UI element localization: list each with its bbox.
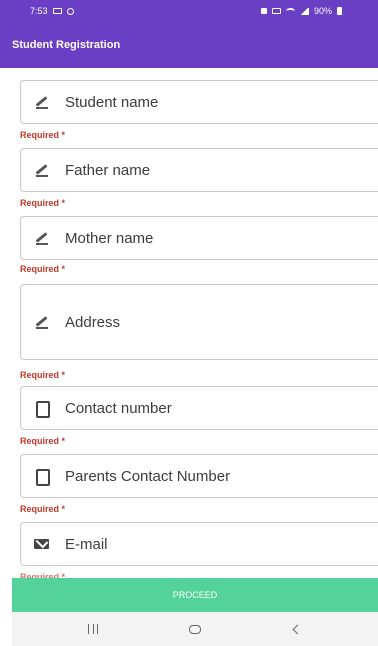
battery-icon [337,7,342,15]
pen-icon [33,229,51,247]
app-bar: Student Registration [0,22,378,68]
father-name-placeholder: Father name [65,161,151,179]
required-label: Required * [20,130,66,140]
status-left: 7:53 [30,6,74,16]
phone-icon [33,399,51,418]
mother-name-field[interactable]: Mother name [20,216,378,260]
recents-icon [88,624,98,634]
home-icon [189,624,201,634]
pen-icon [33,313,51,331]
status-bar: 7:53 90% [0,0,378,22]
contact-number-placeholder: Contact number [65,399,172,417]
system-nav-bar [12,612,378,646]
pen-icon [33,161,51,179]
required-label: Required * [20,504,66,514]
phone-icon [33,467,51,486]
person-icon [66,7,74,15]
contact-number-field[interactable]: Contact number [20,386,378,430]
pen-icon [33,93,51,111]
parents-contact-placeholder: Parents Contact Number [65,467,231,485]
mail-icon [33,535,51,553]
status-time: 7:53 [30,6,48,16]
student-name-placeholder: Student name [65,93,159,111]
student-name-field[interactable]: Student name [20,80,378,124]
required-label: Required * [20,370,66,380]
back-icon [292,624,302,634]
parents-contact-field[interactable]: Parents Contact Number [20,454,378,498]
address-placeholder: Address [65,313,121,331]
address-field[interactable]: Address [20,284,378,360]
home-button[interactable] [175,619,215,639]
required-label: Required * [20,198,66,208]
recents-button[interactable] [73,619,113,639]
wifi-icon [285,8,295,14]
required-label: Required * [20,264,66,274]
notification-icon [271,8,281,14]
back-button[interactable] [277,619,317,639]
required-label: Required * [20,436,66,446]
battery-percent: 90% [313,6,332,16]
status-right: 90% [260,6,342,16]
mother-name-placeholder: Mother name [65,229,154,247]
email-placeholder: E-mail [65,535,108,553]
proceed-button[interactable]: PROCEED [12,578,378,612]
email-field[interactable]: E-mail [20,522,378,566]
lock-icon [260,8,267,14]
message-icon [52,8,62,14]
father-name-field[interactable]: Father name [20,148,378,192]
signal-icon [299,7,309,15]
page-title: Student Registration [12,39,121,51]
